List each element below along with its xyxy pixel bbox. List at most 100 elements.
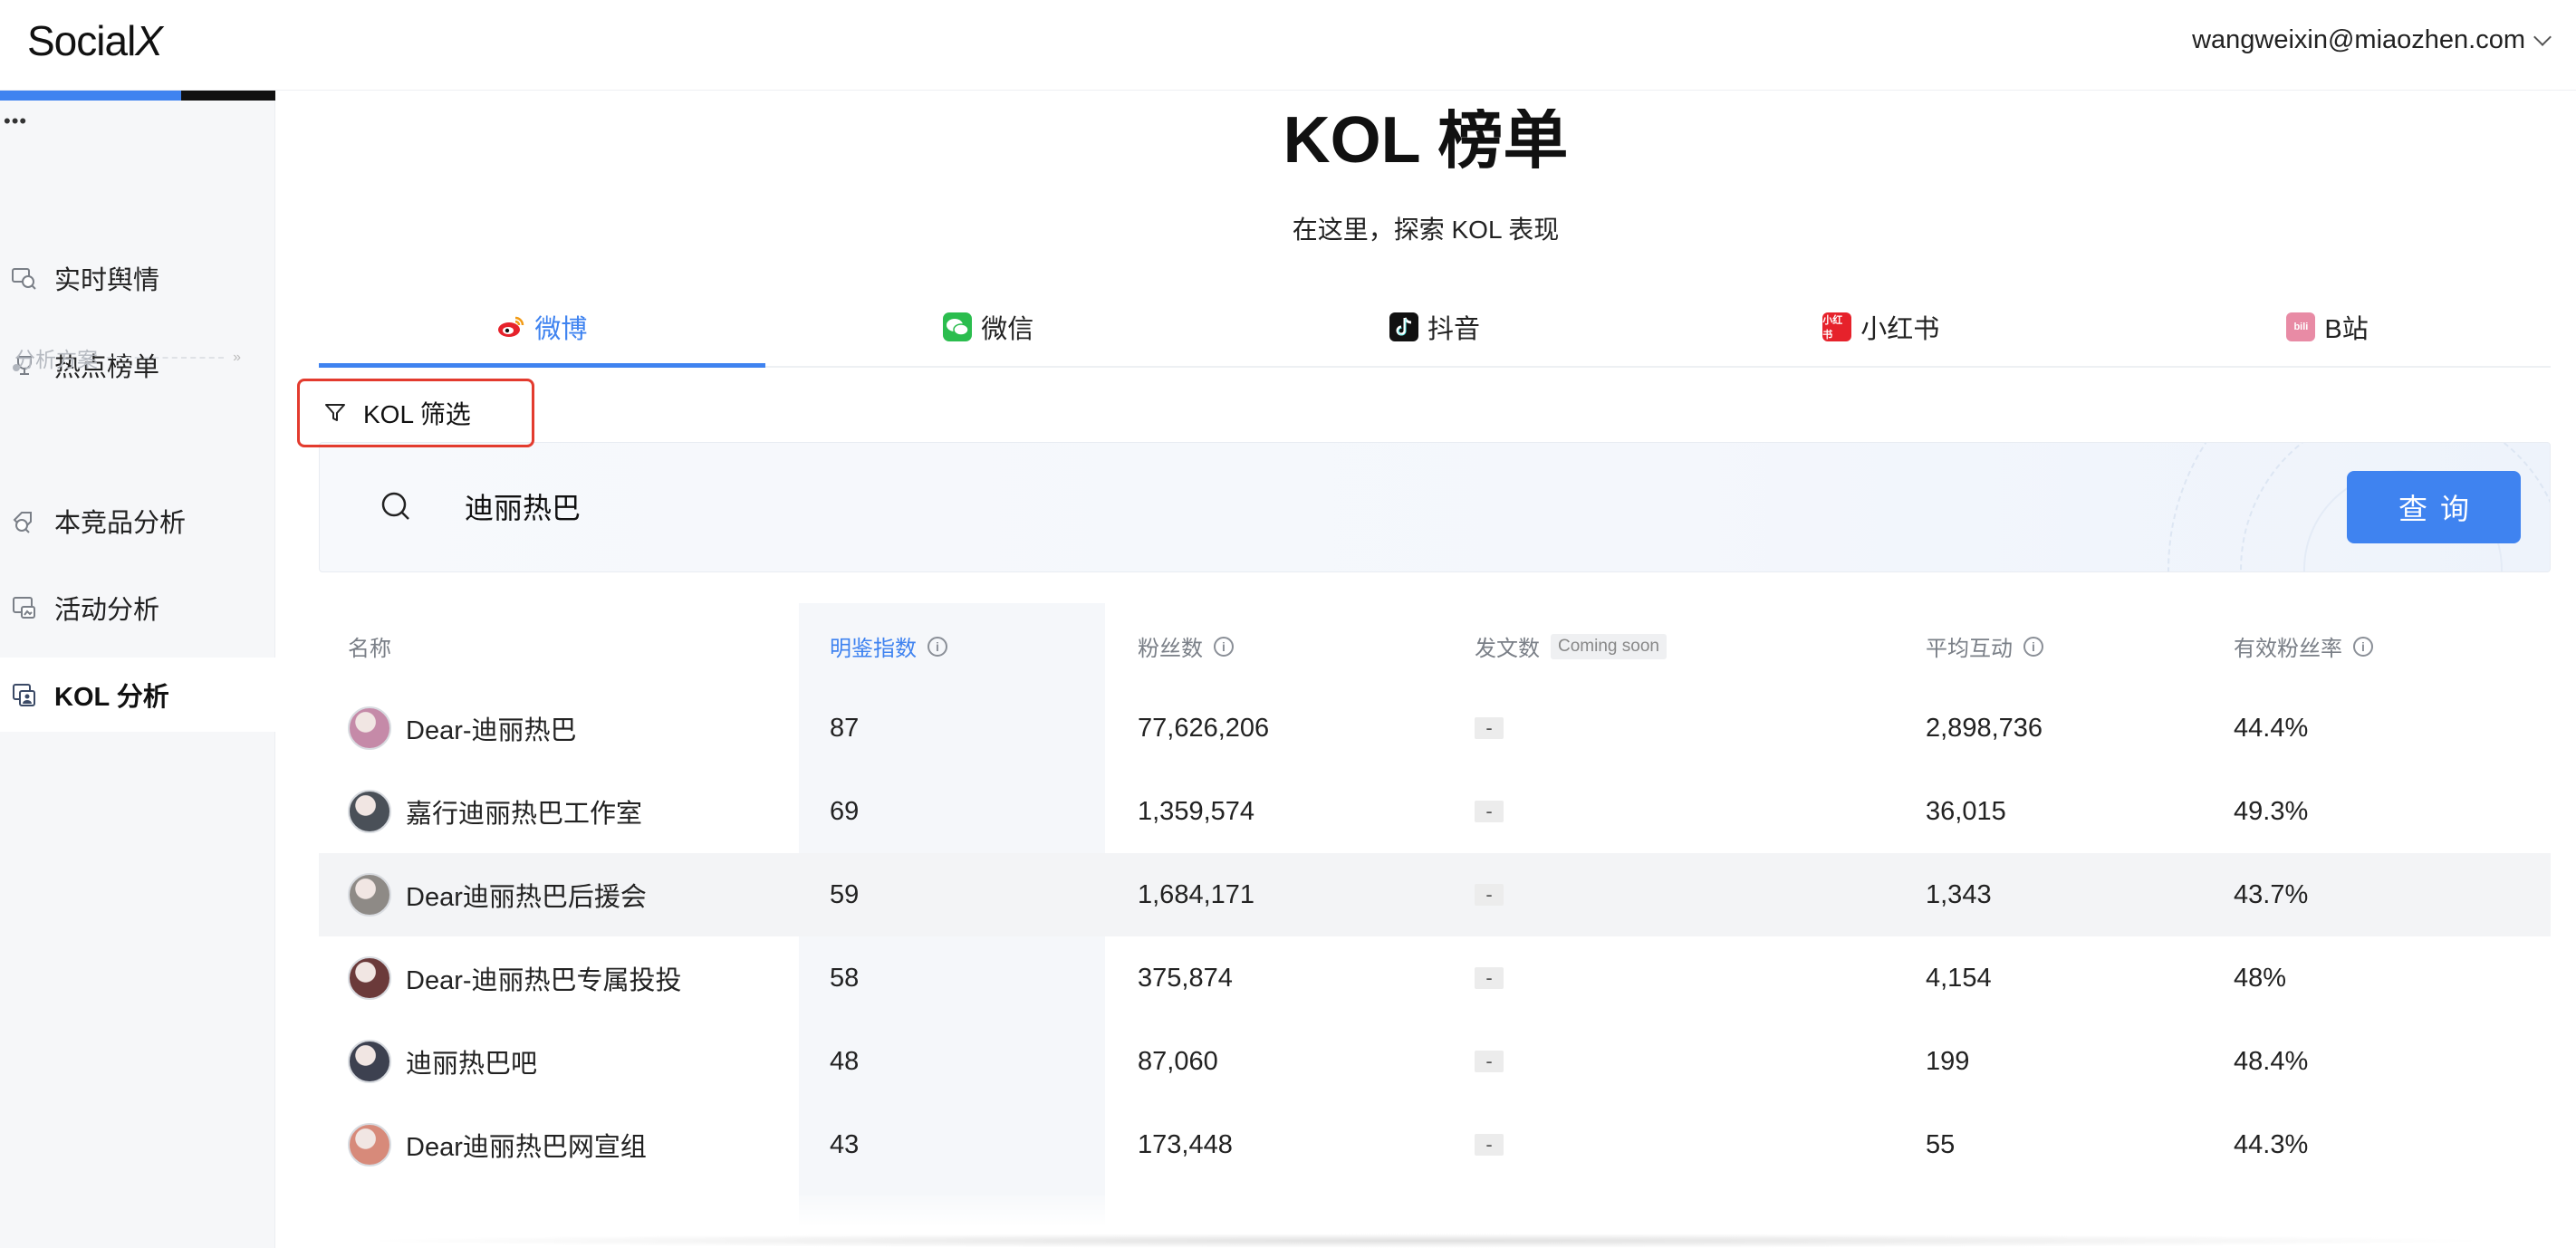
- table-row[interactable]: 嘉行迪丽热巴工作室 69 1,359,574 - 36,015 49.3%: [319, 770, 2551, 853]
- fans-cell: 77,626,206: [1138, 686, 1269, 770]
- kol-name: Dear-迪丽热巴: [406, 716, 577, 745]
- kol-name-cell[interactable]: Dear迪丽热巴后援会: [348, 853, 647, 936]
- header-text: 粉丝数: [1138, 637, 1203, 661]
- posts-cell: -: [1475, 770, 1504, 853]
- column-header-interaction[interactable]: 平均互动 i: [1926, 630, 2043, 662]
- column-header-posts: 发文数 Coming soon: [1475, 630, 1667, 662]
- effective-value: 48.4%: [2234, 1046, 2309, 1076]
- sidebar-item-competitor[interactable]: 本竞品分析: [0, 484, 275, 558]
- index-cell: 43: [830, 1103, 859, 1186]
- sidebar-item-realtime[interactable]: 实时舆情: [0, 241, 275, 315]
- tab-xiaohongshu[interactable]: 小红书 小红书: [1658, 288, 2104, 366]
- info-icon[interactable]: i: [1214, 636, 1234, 657]
- tab-label: 抖音: [1427, 315, 1480, 344]
- sidebar-item-kol[interactable]: KOL 分析: [0, 658, 275, 732]
- table-row[interactable]: Dear迪丽热巴后援会 59 1,684,171 - 1,343 43.7%: [319, 853, 2551, 936]
- campaign-icon: [11, 594, 38, 621]
- avatar: [348, 1040, 391, 1083]
- index-value: 58: [830, 963, 860, 993]
- tab-label: 微信: [981, 315, 1034, 344]
- avatar: [348, 956, 391, 1000]
- tab-label: B站: [2324, 315, 2369, 344]
- douyin-icon: [1389, 312, 1418, 341]
- collapse-chevron-icon: »: [233, 350, 241, 365]
- interaction-cell: 199: [1926, 1020, 1969, 1103]
- chevron-down-icon: [2533, 27, 2552, 46]
- interaction-cell: 4,154: [1926, 936, 1992, 1020]
- header-text: 名称: [348, 637, 391, 661]
- kol-name-cell[interactable]: Dear-迪丽热巴: [348, 686, 577, 770]
- fans-value: 1,359,574: [1138, 796, 1255, 826]
- posts-cell: -: [1475, 853, 1504, 936]
- more-icon[interactable]: •••: [4, 111, 27, 131]
- kol-name-cell[interactable]: 迪丽热巴吧: [348, 1020, 537, 1103]
- sidebar-item-label: KOL 分析: [54, 683, 169, 712]
- column-header-index[interactable]: 明鉴指数 i: [830, 630, 947, 662]
- index-cell: 87: [830, 686, 859, 770]
- interaction-cell: 36,015: [1926, 770, 2006, 853]
- kol-name-cell[interactable]: 嘉行迪丽热巴工作室: [348, 770, 642, 853]
- avatar: [348, 1123, 391, 1166]
- filter-label: KOL 筛选: [363, 400, 471, 428]
- index-value: 48: [830, 1046, 860, 1076]
- table-row[interactable]: 迪丽热巴吧 48 87,060 - 199 48.4%: [319, 1020, 2551, 1103]
- fans-value: 375,874: [1138, 963, 1233, 993]
- interaction-value: 199: [1926, 1046, 1970, 1076]
- filter-icon: [325, 404, 345, 421]
- effective-value: 44.3%: [2234, 1129, 2309, 1159]
- index-value: 69: [830, 796, 860, 826]
- wechat-icon: [943, 312, 973, 341]
- user-menu[interactable]: wangweixin@miaozhen.com: [2192, 25, 2552, 55]
- tab-label: 小红书: [1860, 315, 1940, 344]
- tab-bilibili[interactable]: bili B站: [2104, 288, 2551, 366]
- search-input[interactable]: [465, 481, 1823, 532]
- effective-cell: 43.7%: [2234, 853, 2308, 936]
- index-value: 59: [830, 879, 860, 909]
- kol-name-cell[interactable]: Dear-迪丽热巴专属投投: [348, 936, 682, 1020]
- index-value: 43: [830, 1129, 860, 1159]
- column-header-effective[interactable]: 有效粉丝率 i: [2234, 630, 2373, 662]
- section-label-plans[interactable]: 分析方案 »: [14, 342, 241, 373]
- posts-cell: -: [1475, 1020, 1504, 1103]
- tab-douyin[interactable]: 抖音: [1212, 288, 1658, 366]
- posts-value: -: [1475, 1050, 1504, 1072]
- info-icon[interactable]: i: [928, 636, 947, 657]
- loading-progress-bar: [0, 91, 275, 101]
- info-icon[interactable]: i: [2023, 636, 2043, 657]
- header-text: 平均互动: [1926, 637, 2013, 661]
- kol-name: 嘉行迪丽热巴工作室: [406, 800, 643, 829]
- tab-weibo[interactable]: 微博: [319, 288, 765, 368]
- kol-table: 名称 明鉴指数 i 粉丝数 i 发文数 Coming soon 平均互动 i 有效粉丝率…: [319, 603, 2551, 1237]
- section-label-text: 分析方案: [14, 348, 98, 371]
- fans-value: 77,626,206: [1138, 713, 1270, 743]
- posts-value: -: [1475, 966, 1504, 989]
- column-header-fans[interactable]: 粉丝数 i: [1138, 630, 1234, 662]
- kol-filter-button[interactable]: KOL 筛选: [297, 379, 534, 447]
- fans-cell: 173,448: [1138, 1103, 1233, 1186]
- fans-value: 173,448: [1138, 1129, 1233, 1159]
- page-subtitle: 在这里，探索 KOL 表现: [1292, 216, 1560, 244]
- table-row[interactable]: Dear-迪丽热巴 87 77,626,206 - 2,898,736 44.4%: [319, 686, 2551, 770]
- effective-value: 44.4%: [2234, 713, 2309, 743]
- interaction-cell: 1,343: [1926, 853, 1992, 936]
- bilibili-icon: bili: [2286, 312, 2316, 341]
- interaction-value: 4,154: [1926, 963, 1992, 993]
- query-button[interactable]: 查询: [2347, 471, 2521, 543]
- interaction-cell: 2,898,736: [1926, 686, 2043, 770]
- table-row[interactable]: Dear-迪丽热巴专属投投 58 375,874 - 4,154 48%: [319, 936, 2551, 1020]
- socialx-logo[interactable]: SocialX: [27, 16, 163, 65]
- kol-name: Dear迪丽热巴后援会: [406, 883, 647, 912]
- sidebar-item-campaign[interactable]: 活动分析: [0, 571, 275, 645]
- top-bar: SocialX wangweixin@miaozhen.com: [0, 0, 2576, 91]
- platform-tabs: 微博 微信 抖音 小红书 小红书 bili B站: [319, 288, 2551, 368]
- tab-wechat[interactable]: 微信: [765, 288, 1212, 366]
- fans-cell: 1,684,171: [1138, 853, 1254, 936]
- search-icon: [381, 492, 409, 520]
- scroll-shadow: [348, 1234, 2504, 1248]
- posts-cell: -: [1475, 936, 1504, 1020]
- tab-label: 微博: [534, 315, 588, 344]
- table-row[interactable]: Dear迪丽热巴网宣组 43 173,448 - 55 44.3%: [319, 1103, 2551, 1186]
- avatar: [348, 706, 391, 750]
- kol-name-cell[interactable]: Dear迪丽热巴网宣组: [348, 1103, 647, 1186]
- info-icon[interactable]: i: [2353, 636, 2373, 657]
